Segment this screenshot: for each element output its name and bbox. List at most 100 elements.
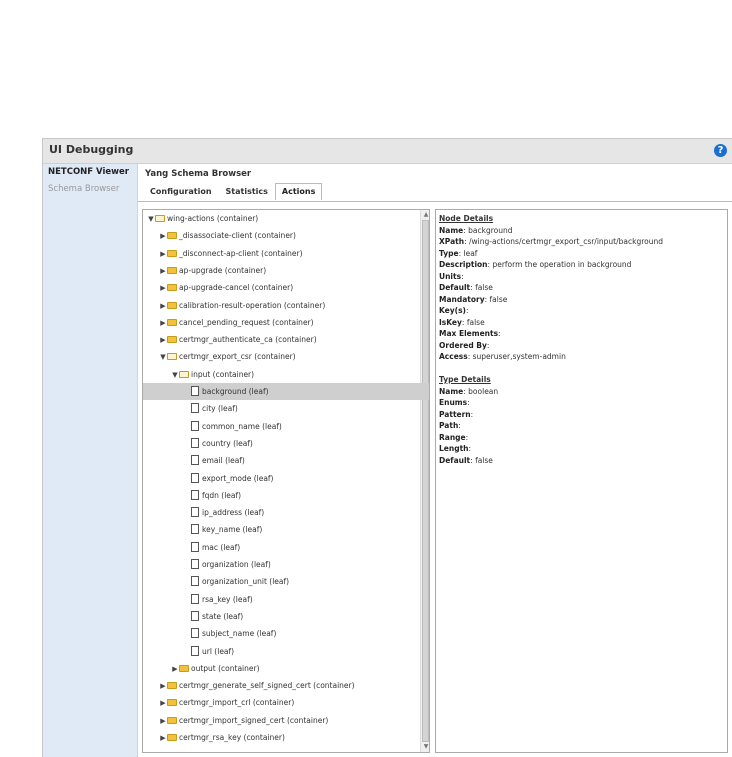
tree-container-node[interactable]: ▶ _disassociate-client (container) — [143, 227, 429, 245]
expanded-arrow-icon[interactable]: ▼ — [147, 211, 155, 228]
tree-node-label: certmgr_import_signed_cert (container) — [179, 715, 329, 725]
tree-container-node[interactable]: ▼ input (container) — [143, 366, 429, 384]
tree-node-label: ap-upgrade (container) — [179, 265, 267, 275]
detail-value: false — [475, 455, 493, 465]
tree-container-node[interactable]: ▶ certmgr_authenticate_ca (container) — [143, 331, 429, 349]
help-icon[interactable]: ? — [714, 144, 727, 157]
file-icon — [191, 489, 199, 500]
tree-leaf-node[interactable]: common_name (leaf) — [143, 418, 429, 435]
tree-node-label: key_name (leaf) — [202, 525, 263, 535]
sidebar-item-schema-browser[interactable]: Schema Browser — [43, 181, 137, 198]
collapsed-arrow-icon[interactable]: ▶ — [159, 678, 167, 695]
detail-key: Key(s) — [439, 306, 466, 315]
tree-leaf-node[interactable]: country (leaf) — [143, 435, 429, 452]
tree-leaf-node[interactable]: organization_unit (leaf) — [143, 573, 429, 590]
tree-leaf-node[interactable]: background (leaf) — [143, 383, 429, 400]
collapsed-arrow-icon[interactable]: ▶ — [159, 228, 167, 245]
sidebar: NETCONF Viewer Schema Browser — [43, 164, 138, 757]
tree-container-node[interactable]: ▶ cancel_pending_request (container) — [143, 314, 429, 332]
schema-tree[interactable]: ▲ ▼ ▼ wing-actions (container) ▶ _disassoci… — [142, 209, 430, 753]
detail-separator: : — [467, 398, 470, 407]
collapsed-arrow-icon[interactable]: ▶ — [159, 280, 167, 297]
tab-actions[interactable]: Actions — [274, 183, 323, 200]
sidebar-item-netconf-viewer[interactable]: NETCONF Viewer — [43, 164, 137, 181]
detail-value: false — [489, 294, 508, 304]
tree-leaf-node[interactable]: subject_name (leaf) — [143, 625, 429, 642]
detail-separator: : — [465, 306, 469, 315]
expanded-arrow-icon[interactable]: ▼ — [171, 367, 179, 384]
tree-node-label: _disconnect-ap-client (container) — [179, 248, 303, 258]
file-icon — [191, 645, 199, 656]
file-icon — [191, 559, 199, 569]
detail-key: Description — [439, 260, 488, 269]
folder-open-icon — [155, 215, 165, 222]
tree-node-label: url (leaf) — [202, 646, 235, 656]
collapsed-arrow-icon[interactable]: ▶ — [159, 246, 167, 263]
tree-container-node[interactable]: ▶ _disconnect-ap-client (container) — [143, 245, 429, 263]
collapsed-arrow-icon[interactable]: ▶ — [159, 332, 167, 349]
detail-separator: : — [458, 421, 461, 430]
tree-leaf-node[interactable]: rsa_key (leaf) — [143, 591, 429, 608]
expanded-arrow-icon[interactable]: ▼ — [159, 349, 167, 366]
tree-leaf-node[interactable]: city (leaf) — [143, 400, 429, 417]
folder-icon — [167, 301, 177, 309]
collapsed-arrow-icon[interactable]: ▶ — [171, 661, 179, 678]
folder-icon — [167, 266, 177, 274]
folder-icon — [167, 336, 177, 344]
type-details-title: Type Details — [439, 374, 491, 386]
tree-container-node[interactable]: ▶ certmgr_generate_self_signed_cert (cont… — [143, 677, 429, 695]
node-detail-row: Name: background — [439, 225, 513, 237]
detail-value: false — [466, 317, 485, 327]
tree-leaf-node[interactable]: ip_address (leaf) — [143, 504, 429, 521]
tree-leaf-node[interactable]: export_mode (leaf) — [143, 470, 429, 487]
tree-leaf-node[interactable]: mac (leaf) — [143, 539, 429, 556]
tree-container-node[interactable]: ▼ certmgr_export_csr (container) — [143, 348, 429, 366]
tree-node-label: certmgr_rsa_key (container) — [179, 733, 285, 742]
tree-leaf-node[interactable]: fqdn (leaf) — [143, 487, 429, 504]
folder-open-icon — [179, 370, 189, 378]
tree-leaf-node[interactable]: email (leaf) — [143, 452, 429, 469]
node-details-title: Node Details — [439, 213, 493, 225]
folder-icon — [167, 734, 177, 741]
tree-container-node[interactable]: ▶ output (container) — [143, 660, 429, 678]
tree-node-label: ap-upgrade-cancel (container) — [179, 283, 294, 293]
tree-container-node[interactable]: ▼ wing-actions (container) — [143, 210, 424, 227]
tree-node-label: certmgr_authenticate_ca (container) — [179, 335, 317, 345]
tree-container-node[interactable]: ▶ certmgr_import_crl (container) — [143, 694, 429, 712]
node-detail-row: Max Elements: — [439, 328, 501, 340]
tree-container-node[interactable]: ▶ certmgr_import_signed_cert (container) — [143, 712, 429, 730]
tree-node-label: common_name (leaf) — [202, 421, 282, 431]
tree-node-label: country (leaf) — [202, 438, 253, 448]
tree-container-node[interactable]: ▶ ap-upgrade-cancel (container) — [143, 279, 429, 297]
detail-key: Default — [439, 455, 471, 465]
tree-leaf-node[interactable]: organization (leaf) — [143, 556, 429, 573]
tree-container-node[interactable]: ▶ ap-upgrade (container) — [143, 262, 429, 280]
file-icon — [191, 507, 199, 518]
tree-container-node[interactable]: ▶ certmgr_rsa_key (container) — [143, 729, 429, 747]
collapsed-arrow-icon[interactable]: ▶ — [159, 298, 167, 315]
tree-node-label: state (leaf) — [202, 611, 244, 621]
file-icon — [191, 455, 199, 466]
tab-statistics[interactable]: Statistics — [219, 183, 275, 200]
tree-leaf-node[interactable]: url (leaf) — [143, 643, 429, 660]
collapsed-arrow-icon[interactable]: ▶ — [159, 315, 167, 332]
node-detail-row: Access: superuser,system-admin — [439, 351, 566, 363]
page-title: Yang Schema Browser — [145, 169, 252, 179]
collapsed-arrow-icon[interactable]: ▶ — [159, 695, 167, 712]
detail-key: Name — [439, 225, 464, 235]
tree-leaf-node[interactable]: key_name (leaf) — [143, 521, 429, 538]
tree-leaf-node[interactable]: state (leaf) — [143, 608, 429, 625]
folder-open-icon — [167, 353, 177, 361]
folder-icon — [167, 318, 177, 326]
collapsed-arrow-icon[interactable]: ▶ — [159, 730, 167, 747]
tree-node-label: city (leaf) — [202, 404, 238, 414]
collapsed-arrow-icon[interactable]: ▶ — [159, 263, 167, 280]
tree-container-node[interactable]: ▶ calibration-result-operation (container… — [143, 297, 429, 315]
collapsed-arrow-icon[interactable]: ▶ — [159, 713, 167, 730]
node-detail-row: IsKey: false — [439, 317, 485, 329]
folder-icon — [167, 716, 177, 724]
type-detail-row: Enums: — [439, 397, 470, 409]
tab-configuration[interactable]: Configuration — [143, 183, 219, 200]
file-icon — [191, 524, 199, 535]
tree-node-label: calibration-result-operation (container) — [179, 300, 326, 310]
